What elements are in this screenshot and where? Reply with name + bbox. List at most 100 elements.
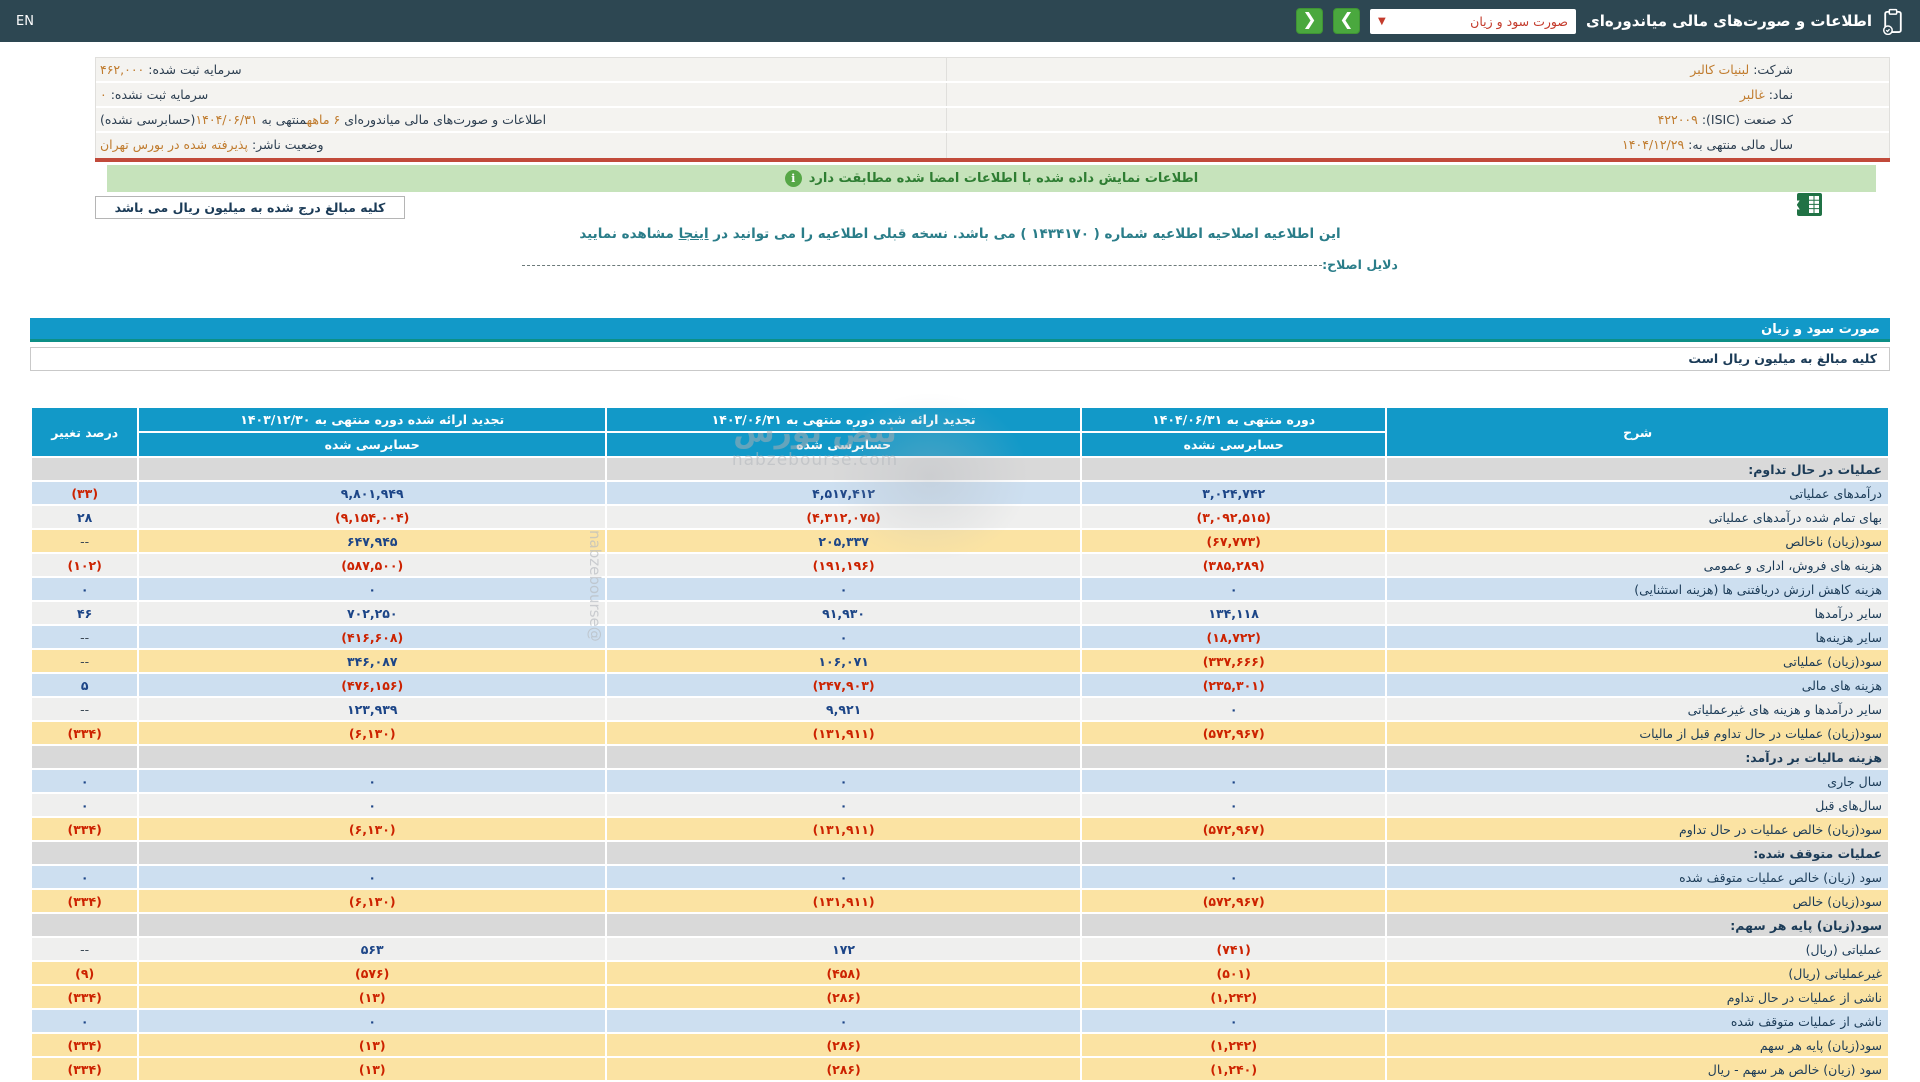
row-value: --: [32, 530, 138, 552]
row-value: (۶,۱۳۰): [139, 722, 606, 744]
row-value: (۳۳۴): [32, 986, 138, 1008]
table-row: ناشی از عملیات متوقف شده ۰ ۰ ۰ ۰: [32, 1010, 1888, 1032]
red-divider: [95, 158, 1890, 162]
info-value: ۴۶۲,۰۰۰: [100, 62, 145, 77]
row-value: ۲۸: [32, 506, 138, 528]
table-row: سود(زیان) عملیات در حال تداوم قبل از مال…: [32, 722, 1888, 744]
row-value: (۱,۲۴۲): [1082, 1034, 1386, 1056]
table-row: بهای تمام شده درآمدهای عملیاتی (۳,۰۹۲,۵۱۵…: [32, 506, 1888, 528]
row-value: (۵۷۲,۹۶۷): [1082, 818, 1386, 840]
info-label: منتهی به: [257, 112, 307, 127]
row-value: (۳۳): [32, 482, 138, 504]
info-label: سرمایه ثبت نشده:: [106, 87, 209, 102]
row-value: (۴,۳۱۲,۰۷۵): [607, 506, 1081, 528]
isic-code-cell: کد صنعت (ISIC): ۴۲۲۰۰۹: [946, 108, 1889, 131]
table-header: شرح دوره منتهی به ۱۴۰۴/۰۶/۳۱ تجدید ارائه…: [32, 408, 1888, 456]
period-description-cell: اطلاعات و صورت‌های مالی میاندوره‌ای ۶ ما…: [96, 108, 946, 131]
row-value: (۴۷۶,۱۵۶): [139, 674, 606, 696]
header-unaudited: حسابرسی نشده: [1082, 433, 1386, 456]
row-value: (۱,۲۴۰): [1082, 1058, 1386, 1080]
row-value: [1082, 458, 1386, 480]
table-row: سود(زیان) ناخالص (۶۷,۷۷۳) ۲۰۵,۳۳۷ ۶۴۷,۹۴۵ --: [32, 530, 1888, 552]
row-value: [139, 842, 606, 864]
table-row: سایر درآمدها و هزینه های غیرعملیاتی ۰ ۹,۹۲…: [32, 698, 1888, 720]
dashed-line: [522, 265, 1323, 266]
row-value: (۲۳۵,۳۰۱): [1082, 674, 1386, 696]
row-value: ۰: [139, 794, 606, 816]
row-value: (۱۹۱,۱۹۶): [607, 554, 1081, 576]
header-period-current: دوره منتهی به ۱۴۰۴/۰۶/۳۱: [1082, 408, 1386, 431]
row-value: (۴۱۶,۶۰۸): [139, 626, 606, 648]
row-value: (۱۳۱,۹۱۱): [607, 722, 1081, 744]
row-value: [1082, 746, 1386, 768]
row-value: (۲۸۶): [607, 986, 1081, 1008]
company-name-cell: شرکت: لبنیات کالبر: [946, 58, 1889, 81]
row-value: ۰: [139, 866, 606, 888]
row-value: ۶۴۷,۹۴۵: [139, 530, 606, 552]
table-row: عملیاتی (ریال) (۷۴۱) ۱۷۲ ۵۶۳ --: [32, 938, 1888, 960]
row-value: (۱۳۱,۹۱۱): [607, 890, 1081, 912]
row-value: ۰: [607, 794, 1081, 816]
row-value: (۱,۲۴۲): [1082, 986, 1386, 1008]
row-value: ۱۳۴,۱۱۸: [1082, 602, 1386, 624]
row-label: سود(زیان) عملیاتی: [1387, 650, 1888, 672]
row-value: ۰: [607, 578, 1081, 600]
row-value: --: [32, 626, 138, 648]
row-value: ۴,۵۱۷,۴۱۲: [607, 482, 1081, 504]
previous-version-link[interactable]: اینجا: [679, 226, 709, 242]
row-label: ناشی از عملیات متوقف شده: [1387, 1010, 1888, 1032]
row-value: [139, 458, 606, 480]
row-value: (۲۸۶): [607, 1034, 1081, 1056]
company-info-table: شرکت: لبنیات کالبر سرمایه ثبت شده: ۴۶۲,۰…: [95, 57, 1890, 159]
previous-statement-button[interactable]: ❮: [1296, 8, 1324, 34]
row-label: هزینه مالیات بر درآمد:: [1387, 746, 1888, 768]
row-value: ۰: [607, 1010, 1081, 1032]
table-row: سود(زیان) عملیاتی (۳۳۷,۶۶۶) ۱۰۶,۰۷۱ ۳۴۶,۰۸۷…: [32, 650, 1888, 672]
row-value: ۰: [139, 770, 606, 792]
section-row: هزینه مالیات بر درآمد:: [32, 746, 1888, 768]
profit-loss-table: شرح دوره منتهی به ۱۴۰۴/۰۶/۳۱ تجدید ارائه…: [30, 406, 1890, 1082]
symbol-cell: نماد: غالبر: [946, 83, 1889, 106]
row-label: سود(زیان) ناخالص: [1387, 530, 1888, 552]
table-row: ناشی از عملیات در حال تداوم (۱,۲۴۲) (۲۸۶)(…: [32, 986, 1888, 1008]
registered-capital-cell: سرمایه ثبت شده: ۴۶۲,۰۰۰: [96, 58, 946, 81]
row-value: (۳۸۵,۲۸۹): [1082, 554, 1386, 576]
page-title: اطلاعات و صورت‌های مالی میاندوره‌ای: [1586, 12, 1872, 30]
row-value: (۵۸۷,۵۰۰): [139, 554, 606, 576]
row-value: ۰: [1082, 698, 1386, 720]
banner-text: اطلاعات نمایش داده شده با اطلاعات امضا ش…: [808, 171, 1199, 186]
row-value: (۵۷۲,۹۶۷): [1082, 890, 1386, 912]
row-value: [1082, 842, 1386, 864]
info-row: کد صنعت (ISIC): ۴۲۲۰۰۹ اطلاعات و صورت‌ها…: [96, 108, 1889, 133]
english-language-link[interactable]: EN: [16, 14, 34, 29]
next-statement-button[interactable]: ❯: [1333, 8, 1361, 34]
row-value: [32, 458, 138, 480]
row-label: سال جاری: [1387, 770, 1888, 792]
info-value: ۰: [100, 87, 107, 102]
info-value: ۱۴۰۴/۱۲/۲۹: [1622, 137, 1685, 152]
row-value: (۳۳۴): [32, 818, 138, 840]
row-value: (۷۴۱): [1082, 938, 1386, 960]
issuer-status-cell: وضعیت ناشر: پذیرفته شده در بورس تهران: [96, 133, 946, 158]
info-icon: i: [784, 170, 802, 187]
info-label: سرمایه ثبت شده:: [144, 62, 242, 77]
row-value: (۱۳): [139, 986, 606, 1008]
statement-type-select[interactable]: صورت سود و زیان ▼: [1370, 8, 1577, 34]
row-value: (۱۰۲): [32, 554, 138, 576]
header-period-restated-midyear: تجدید ارائه شده دوره منتهی به ۱۴۰۳/۰۶/۳۱: [607, 408, 1081, 431]
row-label: سود(زیان) پایه هر سهم: [1387, 1034, 1888, 1056]
info-value: لبنیات کالبر: [1690, 62, 1750, 77]
table-row: سال‌های قبل ۰ ۰ ۰ ۰: [32, 794, 1888, 816]
chevron-down-icon: ▼: [1378, 15, 1386, 27]
info-label: نماد:: [1764, 87, 1793, 102]
header-period-restated-annual: تجدید ارائه شده دوره منتهی به ۱۴۰۳/۱۲/۳۰: [139, 408, 606, 431]
row-label: ناشی از عملیات در حال تداوم: [1387, 986, 1888, 1008]
info-value: ۶ ماهه: [306, 112, 341, 127]
row-value: (۴۵۸): [607, 962, 1081, 984]
row-label: سایر درآمدها: [1387, 602, 1888, 624]
row-label: غیرعملیاتی (ریال): [1387, 962, 1888, 984]
info-row: شرکت: لبنیات کالبر سرمایه ثبت شده: ۴۶۲,۰…: [96, 58, 1889, 83]
section-row: عملیات متوقف شده:: [32, 842, 1888, 864]
excel-export-button[interactable]: X: [1791, 193, 1822, 216]
row-value: (۵۰۱): [1082, 962, 1386, 984]
